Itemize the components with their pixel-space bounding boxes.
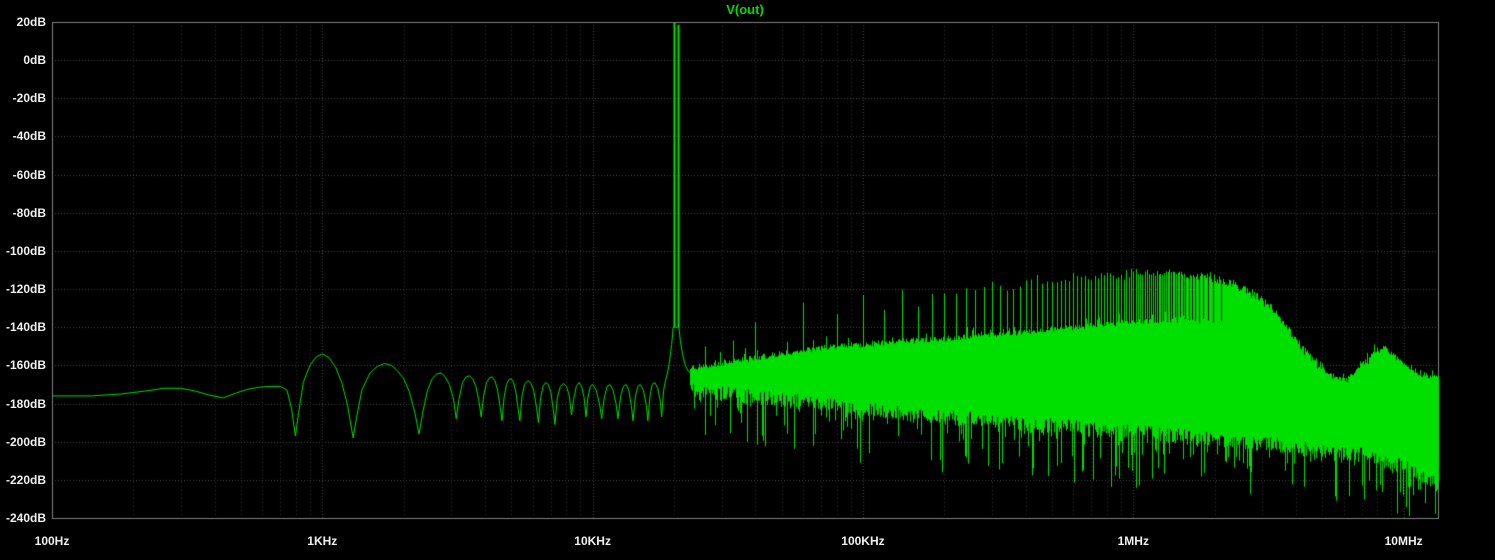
y-tick-label: -40dB — [12, 129, 46, 144]
y-tick-label: -220dB — [5, 472, 46, 487]
x-tick-label: 1KHz — [307, 534, 338, 548]
plot-canvas[interactable] — [0, 0, 1495, 560]
y-tick-label: -60dB — [12, 167, 46, 182]
x-tick-label: 100Hz — [34, 534, 70, 548]
y-tick-label: -100dB — [5, 243, 46, 258]
y-tick-label: -120dB — [5, 282, 46, 297]
waveform-viewer: V(out) 20dB 0dB -20dB -40dB -60dB -80dB -100dB… — [0, 0, 1495, 560]
y-tick-label: -240dB — [5, 511, 46, 525]
y-axis-labels[interactable]: 20dB 0dB -20dB -40dB -60dB -80dB -100dB -120dB -… — [0, 0, 48, 560]
x-tick-label: 10MHz — [1384, 534, 1423, 548]
trace-label[interactable]: V(out) — [726, 2, 764, 17]
y-tick-label: -20dB — [12, 91, 46, 106]
y-tick-label: -180dB — [5, 396, 46, 411]
x-axis-labels[interactable]: 100Hz 1KHz 10KHz 100KHz 1MHz 10MHz — [0, 530, 1495, 554]
x-tick-label: 10KHz — [574, 534, 611, 548]
y-tick-label: 20dB — [16, 15, 46, 29]
y-tick-label: -160dB — [5, 358, 46, 373]
x-tick-label: 1MHz — [1117, 534, 1149, 548]
y-tick-label: -200dB — [5, 434, 46, 449]
y-tick-label: 0dB — [23, 53, 46, 68]
y-tick-label: -80dB — [12, 205, 46, 220]
y-tick-label: -140dB — [5, 320, 46, 335]
x-tick-label: 100KHz — [841, 534, 885, 548]
